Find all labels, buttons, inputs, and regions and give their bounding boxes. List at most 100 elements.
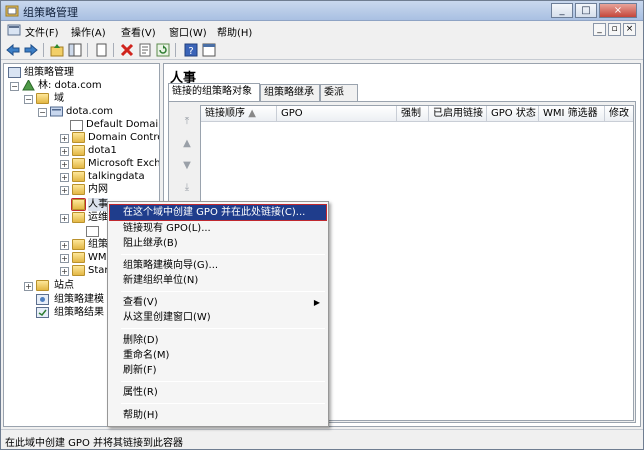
menu-file[interactable]: 文件(F)	[25, 24, 59, 39]
menu-delete[interactable]: 删除(D)	[110, 333, 326, 348]
menu-rename[interactable]: 重命名(M)	[110, 348, 326, 363]
gpmc-app-icon	[5, 5, 19, 17]
properties-icon[interactable]	[137, 42, 153, 58]
menu-view[interactable]: 查看(V)	[121, 24, 156, 39]
mdi-minimize-button[interactable]: _	[593, 23, 606, 36]
move-top-icon[interactable]: ⤒	[179, 116, 195, 130]
ou-folder-icon	[71, 198, 86, 211]
tree-item-intranet[interactable]: 内网	[88, 183, 108, 196]
expand-icon[interactable]: +	[60, 214, 69, 223]
help-icon[interactable]: ?	[183, 42, 199, 58]
ou-folder-icon	[72, 265, 85, 276]
menu-new-window-from-here[interactable]: 从这里创建窗口(W)	[110, 310, 326, 325]
sites-folder-icon	[36, 280, 49, 291]
tree-item-gpo-objects[interactable]: 组策	[88, 238, 108, 251]
expand-icon[interactable]: +	[60, 147, 69, 156]
tree-item-ops[interactable]: 运维	[88, 211, 108, 224]
tree-domains[interactable]: 域	[54, 92, 64, 105]
expand-icon[interactable]: +	[60, 186, 69, 195]
gpmc-window: 组策略管理 _ □ × 文件(F) 操作(A) 查看(V) 窗口(W) 帮助(H…	[0, 0, 644, 450]
tab-delegation[interactable]: 委派	[320, 84, 358, 101]
move-down-icon[interactable]: ▼	[179, 160, 195, 174]
forward-arrow-icon[interactable]	[23, 42, 39, 58]
move-bottom-icon[interactable]: ⤓	[179, 182, 195, 196]
tree-item-dota1[interactable]: dota1	[88, 144, 117, 157]
gpmc-root-icon	[8, 67, 21, 78]
tree-sites[interactable]: 站点	[54, 279, 74, 292]
expand-icon[interactable]: +	[60, 254, 69, 263]
minimize-button[interactable]: _	[551, 3, 573, 18]
col-gpo[interactable]: GPO	[277, 106, 397, 122]
console-window-icon[interactable]	[201, 42, 217, 58]
menu-separator	[121, 403, 325, 404]
collapse-icon[interactable]: −	[38, 108, 47, 117]
show-hide-tree-icon[interactable]	[67, 42, 83, 58]
menu-properties[interactable]: 属性(R)	[110, 385, 326, 400]
mdi-restore-button[interactable]: ▫	[608, 23, 621, 36]
ou-folder-icon	[72, 171, 85, 182]
toolbar-separator	[113, 43, 114, 57]
menu-new-ou[interactable]: 新建组织单位(N)	[110, 273, 326, 288]
tree-item-hr-selected[interactable]: 人事	[88, 198, 108, 211]
tree-item-talkingdata[interactable]: talkingdata	[88, 170, 145, 183]
tree-item-default-domain[interactable]: Default Domain	[86, 118, 159, 131]
delete-icon[interactable]	[119, 42, 135, 58]
col-link-enabled[interactable]: 已启用链接	[429, 106, 487, 122]
menu-window[interactable]: 窗口(W)	[169, 24, 207, 39]
tree-root[interactable]: 组策略管理	[24, 66, 74, 79]
toolbar-separator	[175, 43, 176, 57]
expand-icon[interactable]: +	[60, 160, 69, 169]
expand-icon[interactable]: +	[60, 134, 69, 143]
tab-gp-inheritance[interactable]: 组策略继承	[260, 84, 320, 101]
menu-help-item[interactable]: 帮助(H)	[110, 408, 326, 423]
close-button[interactable]: ×	[599, 3, 637, 18]
toolbar-separator	[43, 43, 44, 57]
menu-refresh[interactable]: 刷新(F)	[110, 363, 326, 378]
collapse-icon[interactable]: −	[10, 82, 19, 91]
title-bar[interactable]: 组策略管理 _ □ ×	[1, 1, 643, 21]
tree-item-starter-gpos[interactable]: Star	[88, 264, 109, 277]
collapse-icon[interactable]: −	[24, 95, 33, 104]
back-arrow-icon[interactable]	[5, 42, 21, 58]
menu-separator	[121, 381, 325, 382]
menu-bar: 文件(F) 操作(A) 查看(V) 窗口(W) 帮助(H) _ ▫ ×	[1, 21, 643, 40]
console-icon[interactable]	[7, 23, 21, 37]
domains-folder-icon	[36, 93, 49, 104]
col-link-order[interactable]: 链接顺序 ▲	[201, 106, 277, 122]
maximize-button[interactable]: □	[575, 3, 597, 18]
col-gpo-status[interactable]: GPO 状态	[487, 106, 539, 122]
tree-domain-dota[interactable]: dota.com	[66, 105, 113, 118]
move-up-icon[interactable]: ▲	[179, 138, 195, 152]
ou-folder-icon	[72, 239, 85, 250]
menu-action[interactable]: 操作(A)	[71, 24, 106, 39]
mdi-close-button[interactable]: ×	[623, 23, 636, 36]
menu-block-inheritance[interactable]: 阻止继承(B)	[110, 236, 326, 251]
col-enforced[interactable]: 强制	[397, 106, 429, 122]
expand-icon[interactable]: +	[24, 282, 33, 291]
ou-folder-icon	[72, 132, 85, 143]
menu-gp-modeling-wizard[interactable]: 组策略建模向导(G)...	[110, 258, 326, 273]
tree-gp-results[interactable]: 组策略结果	[54, 306, 104, 319]
tree-gp-modeling[interactable]: 组策略建模	[54, 293, 104, 306]
menu-link-existing-gpo[interactable]: 链接现有 GPO(L)...	[110, 221, 326, 236]
expand-icon[interactable]: +	[60, 267, 69, 276]
tree-forest[interactable]: 林: dota.com	[38, 79, 102, 92]
col-wmi-filter[interactable]: WMI 筛选器	[539, 106, 605, 122]
svg-text:?: ?	[188, 46, 193, 57]
refresh-icon[interactable]	[155, 42, 171, 58]
ou-folder-icon	[72, 252, 85, 263]
tree-item-domain-controllers[interactable]: Domain Control	[88, 131, 159, 144]
gpo-link-icon	[86, 226, 99, 237]
expand-icon[interactable]: +	[60, 241, 69, 250]
results-icon	[36, 307, 49, 318]
context-menu: 在这个域中创建 GPO 并在此处链接(C)... 链接现有 GPO(L)... …	[107, 201, 329, 427]
menu-help[interactable]: 帮助(H)	[217, 24, 252, 39]
tab-linked-gpos[interactable]: 链接的组策略对象	[168, 83, 260, 101]
menu-create-gpo-and-link[interactable]: 在这个域中创建 GPO 并在此处链接(C)...	[109, 204, 327, 221]
copy-icon[interactable]	[93, 42, 109, 58]
expand-icon[interactable]: +	[60, 173, 69, 182]
tree-item-microsoft-exchange[interactable]: Microsoft Exch	[88, 157, 159, 170]
up-folder-icon[interactable]	[49, 42, 65, 58]
menu-view[interactable]: 查看(V) ▶	[110, 295, 326, 310]
col-modified[interactable]: 修改	[605, 106, 633, 122]
